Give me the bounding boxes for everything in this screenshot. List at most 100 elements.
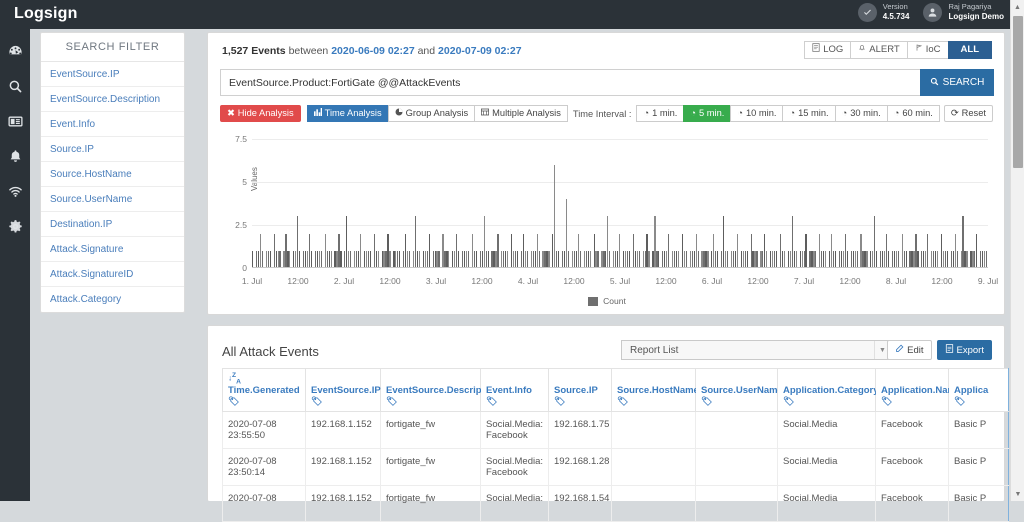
interval-30min[interactable]: ◔ 30 min. (834, 105, 887, 122)
chart-bar (766, 250, 768, 268)
column-header-source-hostname[interactable]: Source.HostName 🏷 (611, 368, 699, 412)
chart-bar (389, 250, 391, 268)
column-header-event-info[interactable]: Event.Info 🏷 (480, 368, 549, 412)
chart-bar (783, 250, 786, 268)
chart-bar (736, 233, 738, 268)
filter-item[interactable]: Source.UserName (41, 187, 184, 212)
cell-source-ip: 192.168.1.75 (548, 411, 612, 449)
column-header-application-category[interactable]: Application.Category 🏷 (777, 368, 879, 412)
chart-bar (866, 250, 868, 268)
export-icon (945, 344, 954, 356)
chart-bar (897, 250, 899, 268)
tag-icon[interactable]: 🏷 (311, 396, 322, 406)
scrollbar-thumb[interactable] (1013, 16, 1023, 168)
chart-bar (936, 250, 939, 268)
multiple-analysis-button[interactable]: Multiple Analysis (474, 105, 568, 122)
search-icon[interactable] (0, 74, 30, 99)
chart-legend[interactable]: Count (220, 296, 994, 306)
cell-source-username (695, 485, 778, 522)
report-list-select[interactable]: Report List ▼ (621, 340, 891, 360)
chart-plot-area[interactable]: Values 0 2.5 5 7.5 (235, 134, 988, 273)
tag-icon[interactable]: 🏷 (954, 396, 965, 406)
interval-5min[interactable]: ◔ 5 min. (683, 105, 731, 122)
chart-bar (905, 250, 907, 268)
filter-item[interactable]: Source.IP (41, 137, 184, 162)
type-button-ioc-label: IoC (925, 44, 941, 55)
column-header-source-username[interactable]: Source.UserName 🏷 (695, 368, 783, 412)
export-button[interactable]: Export (936, 340, 992, 360)
between-label: between (288, 45, 329, 57)
tag-icon[interactable]: 🏷 (881, 396, 892, 406)
table-row[interactable]: 2020-07-08 23:55:50 192.168.1.152 fortig… (222, 411, 1009, 449)
search-filter-list: EventSource.IP EventSource.Description E… (41, 62, 184, 312)
interval-10min[interactable]: ◔ 10 min. (730, 105, 783, 122)
table-row[interactable]: 2020-07-08 23:50:14 192.168.1.152 fortig… (222, 448, 1009, 486)
column-header-application-extra[interactable]: Applica 🏷 (948, 368, 1009, 412)
time-analysis-button[interactable]: Time Analysis (306, 105, 388, 122)
scroll-down-icon[interactable]: ▼ (1011, 487, 1024, 501)
bell-icon[interactable] (0, 144, 30, 169)
filter-item[interactable]: Event.Info (41, 112, 184, 137)
cell-application-category: Social.Media (777, 448, 876, 486)
analysis-mode-group: Time Analysis Group Analysis Multiple An… (306, 105, 568, 122)
filter-item[interactable]: Attack.SignatureID (41, 262, 184, 287)
gear-icon[interactable] (0, 214, 30, 239)
dashboard-icon[interactable] (0, 39, 30, 64)
cell-application-name: Facebook (875, 448, 949, 486)
filter-item[interactable]: EventSource.Description (41, 87, 184, 112)
cell-source-username (695, 448, 778, 486)
interval-15min[interactable]: ◔ 15 min. (782, 105, 835, 122)
tag-icon[interactable]: 🏷 (554, 396, 565, 406)
scroll-up-icon[interactable]: ▲ (1011, 0, 1024, 14)
tag-icon[interactable]: 🏷 (228, 396, 239, 406)
filter-item[interactable]: Attack.Signature (41, 237, 184, 262)
version-text: Version 4.5.734 (883, 2, 910, 22)
type-button-all[interactable]: ALL (947, 41, 992, 59)
version-indicator[interactable]: Version 4.5.734 (857, 2, 910, 22)
sort-desc-icon[interactable]: ↓ZA (228, 372, 241, 386)
tag-icon[interactable]: 🏷 (701, 396, 712, 406)
hide-analysis-button[interactable]: ✖ Hide Analysis (220, 105, 301, 122)
column-header-eventsource-description[interactable]: EventSource.Description 🏷 (380, 368, 499, 412)
type-button-ioc[interactable]: IoC (906, 41, 948, 59)
column-header-eventsource-ip[interactable]: EventSource.IP 🏷 (305, 368, 381, 412)
interval-1min[interactable]: ◔ 1 min. (636, 105, 684, 122)
filter-item[interactable]: Attack.Category (41, 287, 184, 312)
wifi-icon[interactable] (0, 179, 30, 204)
date-to[interactable]: 2020-07-09 02:27 (438, 45, 521, 57)
type-button-log[interactable]: LOG (804, 41, 851, 59)
tag-icon[interactable]: 🏷 (617, 396, 628, 406)
page-scrollbar[interactable]: ▲ ▼ (1010, 0, 1024, 501)
tag-icon[interactable]: 🏷 (783, 396, 794, 406)
chart-bar (475, 250, 477, 268)
column-header-time-generated[interactable]: ↓ZA Time.Generated 🏷 (222, 368, 306, 412)
chart-bar (330, 250, 332, 268)
chart-bar (448, 250, 450, 268)
chart-bar (310, 250, 313, 268)
search-button[interactable]: SEARCH (920, 69, 994, 96)
table-row[interactable]: 2020-07-08 192.168.1.152 fortigate_fw So… (222, 485, 1009, 522)
edit-button[interactable]: Edit (887, 340, 932, 360)
chart-x-tick: 1. Jul (241, 276, 263, 286)
filter-item[interactable]: Destination.IP (41, 212, 184, 237)
tag-icon[interactable]: 🏷 (486, 396, 497, 406)
date-from[interactable]: 2020-06-09 02:27 (331, 45, 414, 57)
user-menu[interactable]: Raj Pagariya Logsign Demo (923, 2, 1004, 22)
time-analysis-label: Time Analysis (324, 108, 382, 118)
chart-bar (815, 250, 817, 268)
app-logo[interactable]: Logsign (14, 5, 78, 23)
reset-button[interactable]: ⟳ Reset (943, 105, 993, 122)
group-analysis-button[interactable]: Group Analysis (387, 105, 475, 122)
tag-icon[interactable]: 🏷 (386, 396, 397, 406)
pencil-icon (895, 344, 904, 356)
report-icon[interactable] (0, 109, 30, 134)
filter-item[interactable]: EventSource.IP (41, 62, 184, 87)
column-header-source-ip[interactable]: Source.IP 🏷 (548, 368, 612, 412)
search-input[interactable] (220, 69, 920, 96)
interval-60min[interactable]: ◔ 60 min. (886, 105, 940, 122)
filter-item[interactable]: Source.HostName (41, 162, 184, 187)
type-button-alert[interactable]: ALERT (850, 41, 907, 59)
chart-bar (638, 250, 640, 268)
column-header-application-name[interactable]: Application.Name 🏷 (875, 368, 961, 412)
chart-x-tick: 12:00 (563, 276, 585, 286)
